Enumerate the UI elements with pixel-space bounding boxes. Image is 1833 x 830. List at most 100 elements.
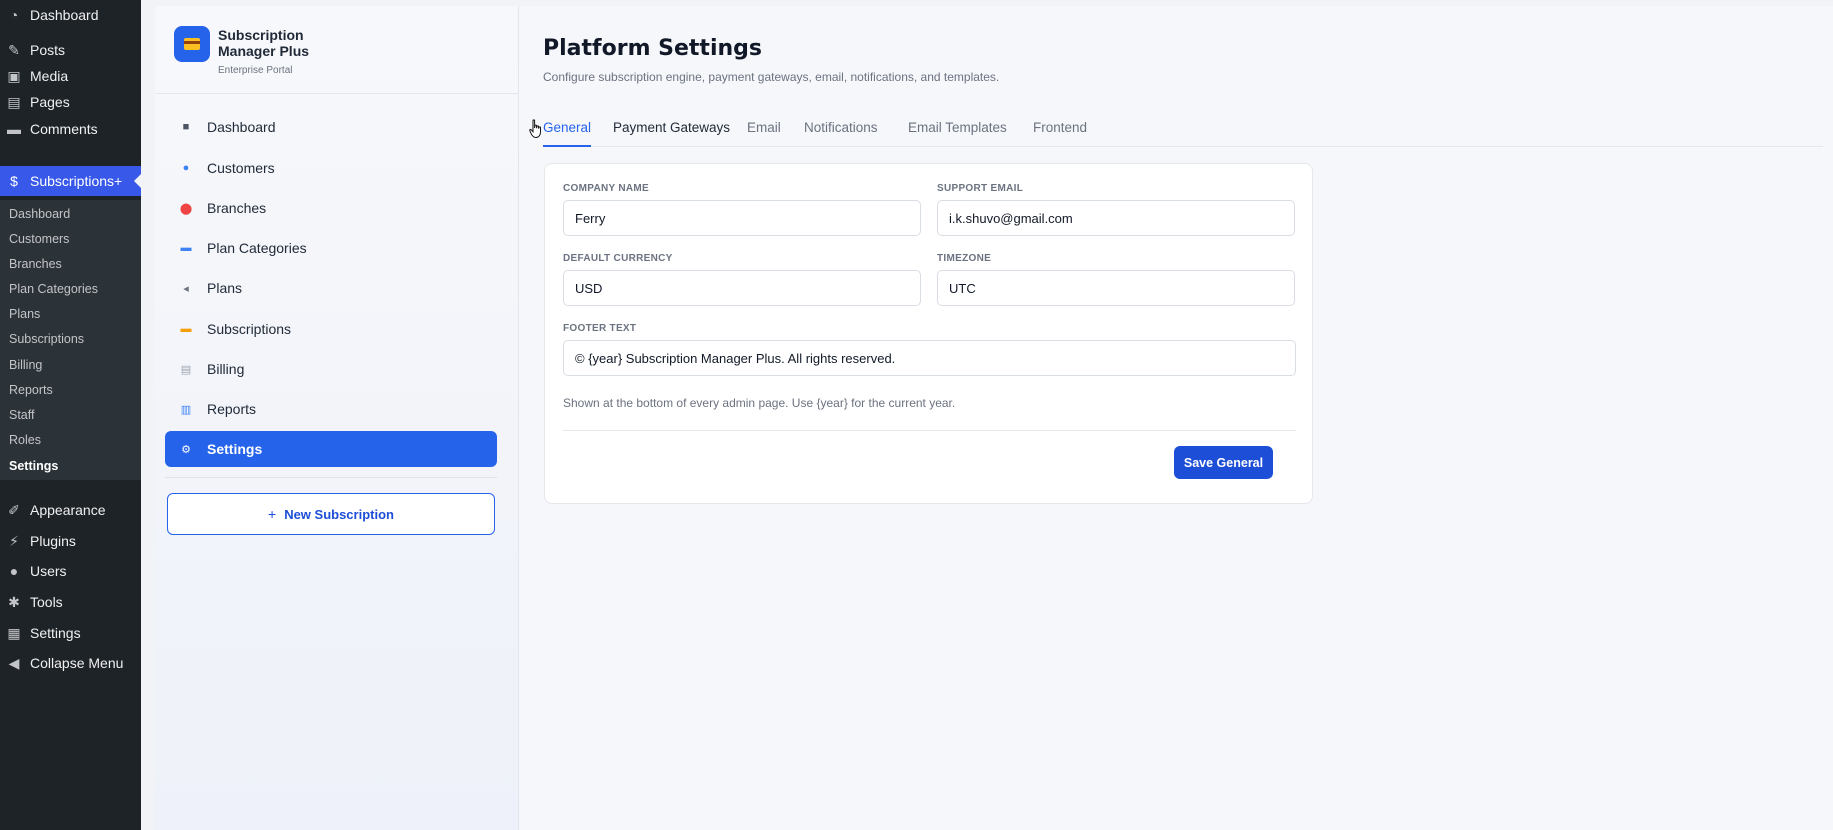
brand-title: Subscription Manager Plus bbox=[218, 27, 310, 59]
square-icon: ■ bbox=[182, 121, 190, 133]
wp-menu-collapse[interactable]: ◀ Collapse Menu bbox=[0, 648, 141, 678]
wp-submenu-item[interactable]: Roles bbox=[9, 433, 41, 447]
plugin-sidebar: Subscription Manager Plus Enterprise Por… bbox=[155, 6, 519, 830]
credit-card-icon bbox=[174, 26, 210, 62]
wp-menu-appearance[interactable]: ✐ Appearance bbox=[0, 495, 141, 525]
wp-menu-label: Dashboard bbox=[30, 7, 99, 23]
collapse-arrow-icon: ◀ bbox=[8, 654, 20, 671]
wp-menu-comments[interactable]: ▬ Comments bbox=[0, 114, 141, 144]
nav-item-label: Dashboard bbox=[207, 119, 276, 135]
wp-submenu: Dashboard Customers Branches Plan Catego… bbox=[0, 200, 141, 480]
nav-item-reports[interactable]: ▥ Reports bbox=[165, 391, 497, 427]
company-name-label: COMPANY NAME bbox=[563, 183, 650, 194]
wp-menu-label: Subscriptions+ bbox=[30, 173, 123, 189]
paintbrush-icon: ✐ bbox=[8, 501, 20, 518]
credit-card-icon: ▬ bbox=[180, 323, 192, 335]
nav-item-branches[interactable]: ⬤ Branches bbox=[165, 190, 497, 226]
timezone-field[interactable] bbox=[937, 270, 1295, 306]
plus-icon: + bbox=[268, 506, 277, 522]
wp-menu-users[interactable]: ● Users bbox=[0, 556, 141, 586]
page-description: Configure subscription engine, payment g… bbox=[543, 70, 1000, 84]
tab-payment-gateways[interactable]: Payment Gateways bbox=[613, 120, 730, 147]
plug-icon: ⚡ bbox=[9, 532, 19, 549]
nav-item-label: Settings bbox=[207, 441, 263, 457]
support-email-field[interactable] bbox=[937, 200, 1295, 236]
user-icon: ● bbox=[9, 563, 19, 579]
people-icon: ● bbox=[182, 162, 190, 174]
company-name-field[interactable] bbox=[563, 200, 921, 236]
wp-admin-menu: ◔ Dashboard ✎ Posts ▣ Media ▤ Pages ▬ Co… bbox=[0, 0, 142, 830]
wp-submenu-item[interactable]: Branches bbox=[9, 257, 62, 271]
wp-menu-label: Comments bbox=[30, 121, 98, 137]
tab-email-templates[interactable]: Email Templates bbox=[908, 120, 1007, 147]
save-general-button[interactable]: Save General bbox=[1174, 446, 1273, 479]
wp-menu-label: Posts bbox=[30, 42, 66, 58]
nav-item-label: Reports bbox=[207, 401, 257, 417]
media-icon: ▣ bbox=[7, 67, 21, 84]
dashboard-gauge-icon: ◔ bbox=[9, 7, 19, 23]
nav-item-label: Plan Categories bbox=[207, 240, 307, 256]
plugin-shell: Subscription Manager Plus Enterprise Por… bbox=[141, 0, 1833, 830]
comment-bubble-icon: ▬ bbox=[7, 121, 21, 137]
nav-item-subscriptions[interactable]: ▬ Subscriptions bbox=[165, 311, 497, 347]
nav-item-label: Branches bbox=[207, 200, 267, 216]
settings-tabs: General Payment Gateways Email Notificat… bbox=[543, 100, 1823, 147]
wp-submenu-item[interactable]: Reports bbox=[9, 383, 53, 397]
timezone-label: TIMEZONE bbox=[937, 253, 992, 264]
wp-submenu-item[interactable]: Dashboard bbox=[9, 207, 70, 221]
tab-notifications[interactable]: Notifications bbox=[804, 120, 878, 147]
nav-item-billing[interactable]: ▤ Billing bbox=[165, 351, 497, 387]
wp-submenu-item[interactable]: Customers bbox=[9, 232, 69, 246]
footer-text-field[interactable] bbox=[563, 340, 1296, 376]
wp-menu-label: Settings bbox=[30, 625, 81, 641]
default-currency-field[interactable] bbox=[563, 270, 921, 306]
wp-menu-dashboard[interactable]: ◔ Dashboard bbox=[0, 0, 141, 30]
nav-item-label: Customers bbox=[207, 160, 275, 176]
tab-general[interactable]: General bbox=[543, 120, 592, 147]
wp-menu-label: Pages bbox=[30, 94, 70, 110]
pages-icon: ▤ bbox=[7, 93, 21, 110]
nav-item-plan-categories[interactable]: ▬ Plan Categories bbox=[165, 230, 497, 266]
support-email-label: SUPPORT EMAIL bbox=[937, 183, 1024, 194]
footer-text-label: FOOTER TEXT bbox=[563, 323, 637, 334]
receipt-icon: ▤ bbox=[180, 363, 192, 376]
gear-icon: ⚙ bbox=[181, 443, 191, 456]
map-pin-icon: ⬤ bbox=[179, 202, 193, 215]
nav-item-dashboard[interactable]: ■ Dashboard bbox=[165, 109, 497, 145]
wp-menu-plugins[interactable]: ⚡ Plugins bbox=[0, 526, 141, 556]
tab-email[interactable]: Email bbox=[747, 120, 781, 147]
wp-submenu-item[interactable]: Plans bbox=[9, 307, 40, 321]
wp-menu-label: Collapse Menu bbox=[30, 655, 124, 671]
wp-menu-pages[interactable]: ▤ Pages bbox=[0, 87, 141, 117]
nav-item-plans[interactable]: ◂ Plans bbox=[165, 270, 497, 306]
dollar-circle-icon: $ bbox=[10, 173, 18, 189]
wp-submenu-item-current[interactable]: Settings bbox=[9, 459, 58, 473]
default-currency-label: DEFAULT CURRENCY bbox=[563, 253, 673, 264]
footer-text-help: Shown at the bottom of every admin page.… bbox=[563, 396, 956, 410]
wrench-icon: ✱ bbox=[8, 593, 20, 610]
settings-grid-icon: ▦ bbox=[7, 624, 21, 641]
bar-chart-icon: ▥ bbox=[180, 403, 192, 416]
wp-menu-label: Users bbox=[30, 563, 67, 579]
nav-item-settings[interactable]: ⚙ Settings bbox=[165, 431, 497, 467]
nav-item-label: Plans bbox=[207, 280, 243, 296]
wp-menu-subscriptions[interactable]: $ Subscriptions+ bbox=[0, 166, 142, 196]
new-subscription-button[interactable]: + New Subscription bbox=[167, 493, 495, 535]
wp-menu-label: Appearance bbox=[30, 502, 106, 518]
general-settings-card: COMPANY NAME SUPPORT EMAIL DEFAULT CURRE… bbox=[544, 163, 1313, 504]
pushpin-icon: ✎ bbox=[8, 41, 20, 58]
settings-main: Platform Settings Configure subscription… bbox=[519, 6, 1833, 830]
wp-menu-tools[interactable]: ✱ Tools bbox=[0, 587, 141, 617]
tab-frontend[interactable]: Frontend bbox=[1033, 120, 1087, 147]
nav-item-customers[interactable]: ● Customers bbox=[165, 150, 497, 186]
wp-submenu-item[interactable]: Plan Categories bbox=[9, 282, 98, 296]
wp-submenu-item[interactable]: Staff bbox=[9, 408, 34, 422]
nav-item-label: Subscriptions bbox=[207, 321, 292, 337]
page-title: Platform Settings bbox=[543, 36, 762, 61]
nav-item-label: Billing bbox=[207, 361, 245, 377]
card-divider bbox=[563, 430, 1296, 431]
wp-submenu-item[interactable]: Subscriptions bbox=[9, 332, 84, 346]
wp-menu-settings[interactable]: ▦ Settings bbox=[0, 618, 141, 648]
wp-submenu-item[interactable]: Billing bbox=[9, 358, 42, 372]
new-subscription-label: New Subscription bbox=[284, 506, 394, 522]
